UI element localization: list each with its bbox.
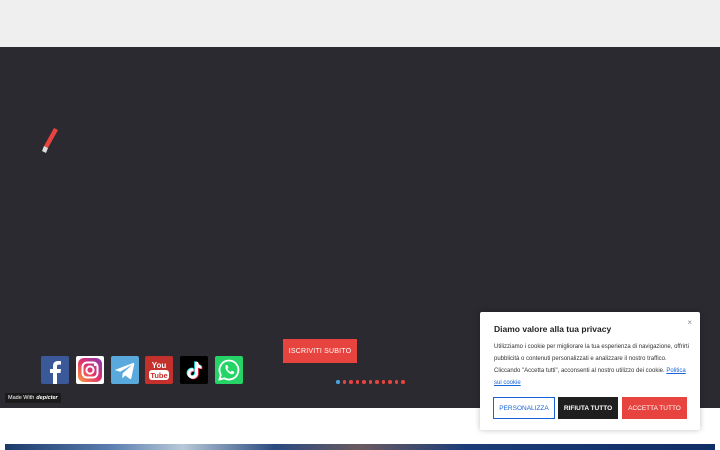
cookie-text: Utilizziamo i cookie per migliorare la t… — [494, 344, 689, 374]
slider-dot[interactable] — [375, 380, 379, 384]
made-with-prefix: Made With — [8, 395, 35, 401]
depicter-logo: depicter — [36, 395, 58, 401]
youtube-icon[interactable]: You Tube — [145, 356, 173, 384]
slider-dot[interactable] — [394, 380, 398, 384]
close-icon[interactable]: × — [687, 318, 692, 327]
telegram-icon[interactable] — [111, 356, 139, 384]
svg-text:Tube: Tube — [150, 371, 167, 380]
reject-all-button[interactable]: RIFIUTA TUTTO — [558, 397, 618, 419]
slider-pagination — [336, 380, 405, 384]
top-header-bar — [0, 0, 720, 47]
slider-dot[interactable] — [381, 380, 385, 384]
cookie-title: Diamo valore alla tua privacy — [494, 324, 612, 334]
slider-dot[interactable] — [355, 380, 359, 384]
content-image-strip — [5, 444, 715, 450]
made-with-badge[interactable]: Made With depicter — [5, 393, 61, 403]
slider-dot[interactable] — [342, 380, 346, 384]
svg-text:You: You — [152, 361, 167, 370]
instagram-icon[interactable] — [76, 356, 104, 384]
subscribe-button[interactable]: ISCRIVITI SUBITO — [283, 339, 357, 363]
slider-dot[interactable] — [401, 380, 405, 384]
slider-dot[interactable] — [362, 380, 366, 384]
brush-icon — [42, 128, 58, 153]
cookie-consent-banner: Diamo valore alla tua privacy × Utilizzi… — [480, 312, 700, 430]
slider-dot[interactable] — [388, 380, 392, 384]
facebook-icon[interactable] — [41, 356, 69, 384]
tiktok-icon[interactable] — [180, 356, 208, 384]
cookie-description: Utilizziamo i cookie per migliorare la t… — [494, 341, 690, 389]
customize-button[interactable]: PERSONALIZZA — [493, 397, 555, 419]
whatsapp-icon[interactable] — [215, 356, 243, 384]
accept-all-button[interactable]: ACCETTA TUTTO — [622, 397, 687, 419]
slider-dot[interactable] — [336, 380, 340, 384]
slider-dot[interactable] — [368, 380, 372, 384]
slider-dot[interactable] — [349, 380, 353, 384]
